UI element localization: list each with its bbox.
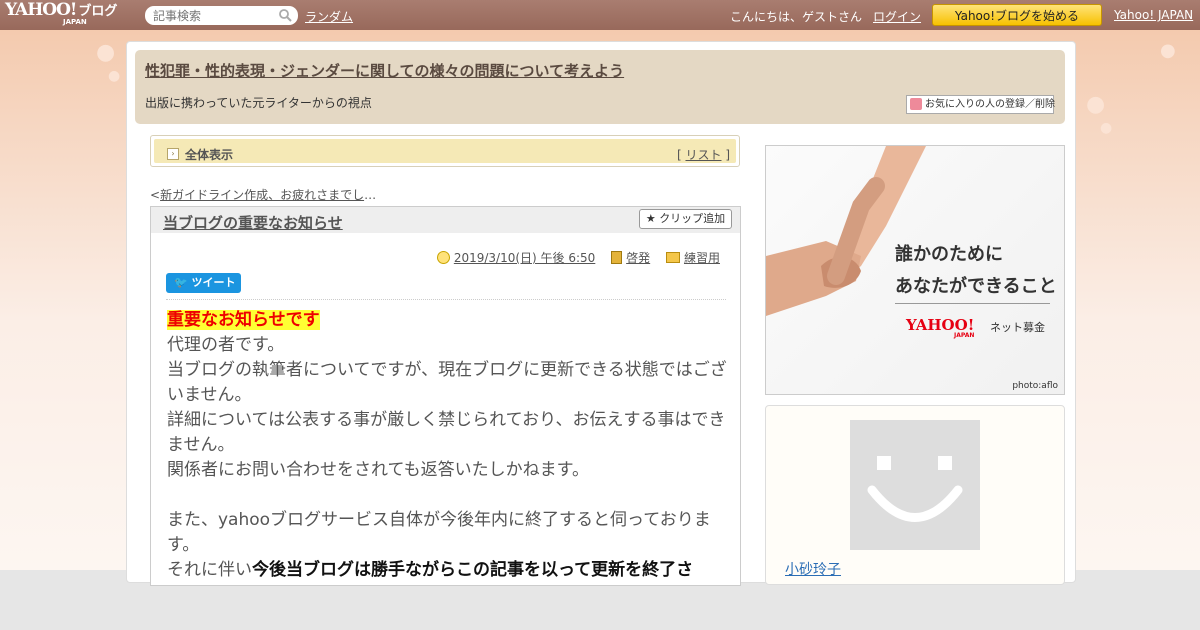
body-line-prefix: それに伴い	[167, 560, 252, 580]
folder-icon	[665, 252, 680, 263]
star-icon: ★	[645, 212, 656, 225]
list-toggle: [ リスト ]	[677, 146, 730, 163]
holding-hands-image	[766, 146, 926, 316]
article: 当ブログの重要なお知らせ ★ クリップ追加 2019/3/10(日) 午後 6:…	[150, 206, 741, 586]
ad-headline-1: 誰かのために	[895, 244, 1003, 265]
favorite-register-button[interactable]: お気に入りの人の登録／削除	[906, 95, 1055, 114]
chevron-right-icon: ›	[167, 148, 179, 160]
greeting-text: こんにちは、ゲストさん	[730, 10, 863, 24]
twitter-bird-icon: 🐦	[174, 276, 188, 289]
ad-service-name: ネット募金	[990, 321, 1045, 334]
article-header: 当ブログの重要なお知らせ ★ クリップ追加	[151, 207, 740, 233]
paw-print-icon: ●	[96, 40, 116, 65]
avatar[interactable]	[850, 420, 980, 550]
body-line: 代理の者です。	[167, 335, 285, 355]
article-title[interactable]: 当ブログの重要なお知らせ	[163, 212, 343, 233]
body-line	[167, 483, 729, 508]
clock-icon	[436, 251, 450, 264]
login-link[interactable]: ログイン	[873, 8, 921, 25]
list-link[interactable]: リスト	[685, 148, 721, 162]
clip-add-label: クリップ追加	[659, 212, 726, 225]
article-meta: 2019/3/10(日) 午後 6:50 啓発 練習用	[436, 249, 720, 266]
category-link[interactable]: 啓発	[626, 251, 650, 265]
favorite-register-label: お気に入りの人の登録／削除	[925, 99, 1055, 110]
logo-blog-text: ブログ	[78, 4, 118, 19]
heart-icon	[910, 98, 922, 110]
profile-name-link[interactable]: 小砂玲子	[785, 559, 841, 579]
ad-headline-2: あなたができること	[895, 276, 1057, 297]
divider	[166, 299, 726, 300]
search-box	[145, 6, 298, 25]
search-input[interactable]	[153, 8, 273, 23]
logo-wordmark: YAHOO!	[5, 0, 77, 20]
paw-print-icon: ●	[1086, 92, 1106, 117]
folder-link[interactable]: 練習用	[684, 251, 720, 265]
prev-arrow: <	[150, 188, 161, 202]
clip-add-button[interactable]: ★ クリップ追加	[639, 209, 732, 229]
donation-ad-banner[interactable]: 誰かのために あなたができること YAHOO! JAPAN ネット募金 phot…	[765, 145, 1065, 395]
random-link[interactable]: ランダム	[305, 8, 353, 25]
profile-card: 小砂玲子	[765, 405, 1065, 585]
body-line: それに伴い今後当ブログは勝手ながらこの記事を以って更新を終了さ	[167, 558, 729, 583]
important-headline: 重要なお知らせです	[167, 310, 320, 330]
blog-title[interactable]: 性犯罪・性的表現・ジェンダーに関しての様々の問題について考えよう	[145, 60, 624, 81]
blog-header: 性犯罪・性的表現・ジェンダーに関しての様々の問題について考えよう 出版に携わって…	[135, 50, 1065, 124]
ad-logo-japan: JAPAN	[954, 332, 975, 339]
body-line-bold: 今後当ブログは勝手ながらこの記事を以って更新を終了さ	[252, 560, 694, 580]
yahoo-japan-link[interactable]: Yahoo! JAPAN	[1114, 8, 1193, 22]
body-line: 当ブログの執筆者についてですが、現在ブログに更新できる状態ではございません。	[167, 360, 727, 405]
tweet-button[interactable]: 🐦 ツイート	[166, 273, 241, 293]
start-blog-button[interactable]: Yahoo!ブログを始める	[932, 4, 1102, 26]
list-bracket-close: ]	[721, 148, 730, 162]
body-line: 詳細については公表する事が厳しく禁じられており、お伝えする事はできません。	[167, 410, 726, 455]
view-all-label[interactable]: 全体表示	[185, 146, 233, 163]
global-header: YAHOO!ブログ JAPAN ランダム こんにちは、ゲストさん ログイン Ya…	[0, 0, 1200, 30]
body-line: 関係者にお問い合わせをされても返答いたしかねます。	[167, 460, 589, 480]
previous-article-nav: <新ガイドライン作成、お疲れさまでし…	[150, 186, 376, 203]
yahoo-blog-logo[interactable]: YAHOO! ブログ JAPAN	[5, 0, 118, 26]
article-body: 重要なお知らせです 代理の者です。 当ブログの執筆者についてですが、現在ブログに…	[167, 308, 729, 583]
paw-print-icon: ●	[1100, 120, 1113, 136]
paw-print-icon: ●	[108, 68, 121, 84]
search-icon[interactable]	[278, 8, 292, 22]
smiley-face-icon	[867, 456, 963, 522]
article-datetime[interactable]: 2019/3/10(日) 午後 6:50	[454, 251, 595, 265]
body-line: また、yahooブログサービス自体が今後年内に終了すると伺っております。	[167, 510, 711, 555]
blog-description: 出版に携わっていた元ライターからの視点	[145, 96, 372, 110]
book-icon	[611, 251, 623, 264]
logo-japan-text: JAPAN	[63, 18, 87, 26]
paw-print-icon: ●	[1160, 40, 1176, 61]
prev-ellipsis: …	[364, 188, 377, 202]
view-all-bar: › 全体表示 [ リスト ]	[150, 135, 740, 167]
tweet-label: ツイート	[191, 276, 236, 289]
photo-credit: photo:aflo	[1012, 381, 1058, 391]
ad-divider	[895, 303, 1050, 304]
previous-article-link[interactable]: 新ガイドライン作成、お疲れさまでし	[160, 188, 364, 202]
